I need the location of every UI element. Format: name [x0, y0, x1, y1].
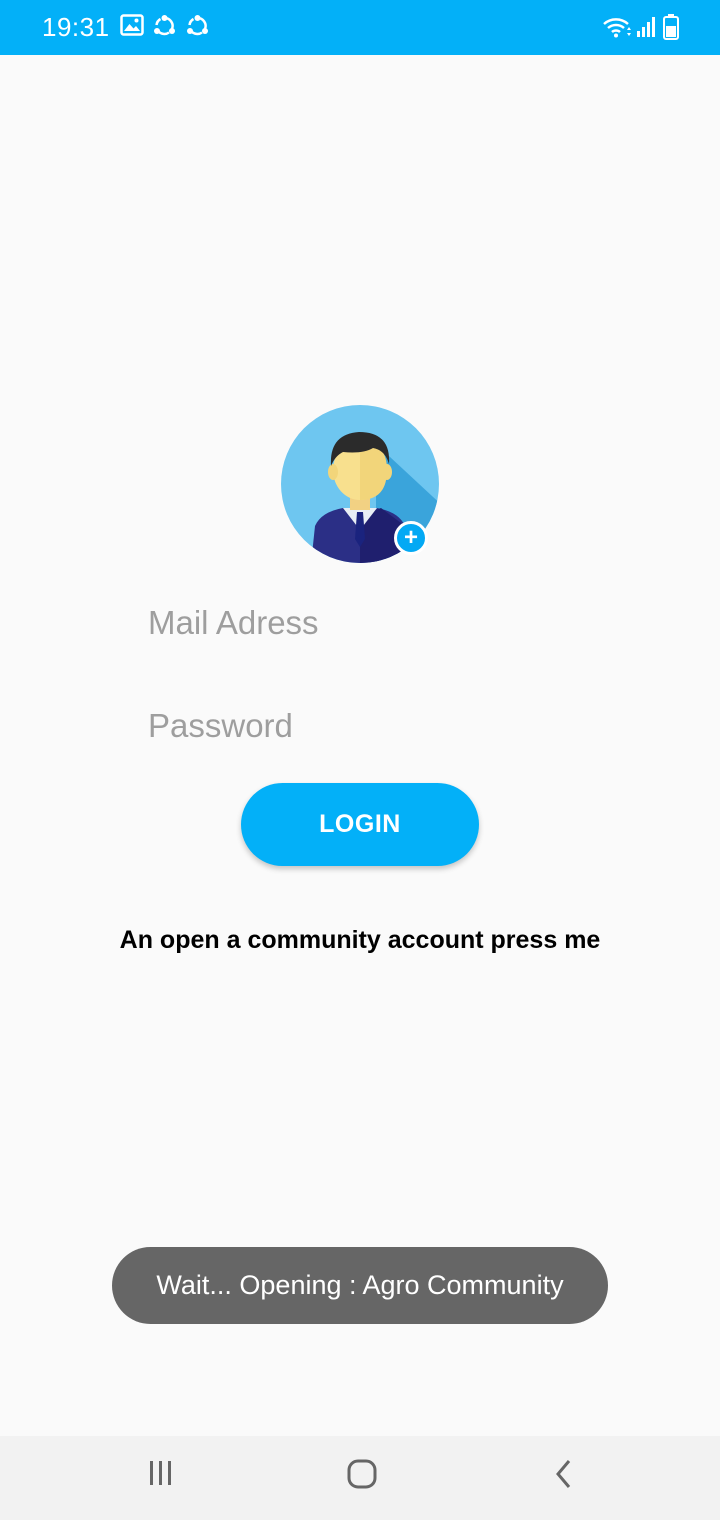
- sync-icon: [185, 14, 210, 38]
- create-account-link[interactable]: An open a community account press me: [0, 926, 720, 955]
- battery-icon: [663, 14, 679, 40]
- password-field[interactable]: [148, 696, 588, 756]
- login-button[interactable]: LOGIN: [241, 783, 479, 866]
- status-bar: 19:31: [0, 0, 720, 55]
- image-icon: [120, 14, 144, 36]
- wifi-icon: [602, 16, 632, 38]
- sync-icon: [152, 14, 177, 38]
- email-field[interactable]: [148, 593, 588, 653]
- back-icon[interactable]: [534, 1458, 594, 1498]
- add-icon[interactable]: +: [394, 521, 428, 555]
- status-time: 19:31: [42, 12, 110, 42]
- navigation-bar: [0, 1436, 720, 1520]
- signal-icon: [636, 16, 656, 38]
- login-screen: 19:31 + Mail Adress LOGIN An open a comm…: [0, 0, 720, 1520]
- toast-message: Wait... Opening : Agro Community: [112, 1247, 608, 1324]
- home-icon[interactable]: [332, 1458, 392, 1498]
- recent-apps-icon[interactable]: [131, 1458, 191, 1498]
